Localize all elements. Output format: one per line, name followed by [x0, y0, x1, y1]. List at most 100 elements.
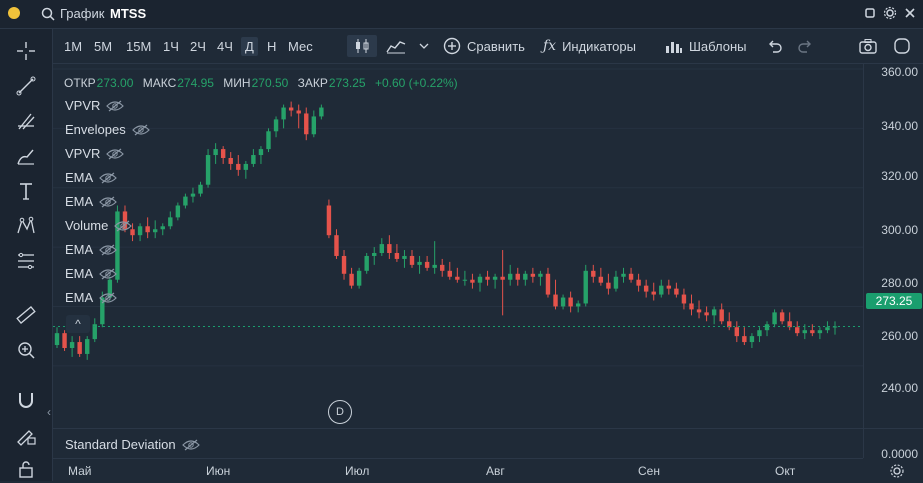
pane-separator[interactable] [53, 428, 923, 429]
indicator-label: EMA [65, 242, 94, 257]
compare-button[interactable]: Сравнить [443, 35, 525, 57]
candle [326, 199, 332, 239]
forecast-icon[interactable] [12, 247, 40, 275]
indicator-ema-4[interactable]: EMA [65, 266, 118, 281]
indicator-label: Standard Deviation [65, 437, 176, 452]
gear-icon[interactable] [883, 6, 897, 20]
eye-hidden-icon[interactable] [106, 148, 125, 160]
candle [364, 253, 369, 274]
candle [69, 336, 75, 357]
pattern-icon[interactable] [12, 212, 40, 240]
timeframe-4h[interactable]: 4Ч [217, 39, 233, 54]
magnet-icon[interactable] [12, 386, 40, 414]
dividend-marker[interactable]: D [328, 400, 352, 424]
fullscreen-icon[interactable] [893, 35, 911, 57]
candle-body [779, 312, 785, 322]
close-value: 273.25 [328, 76, 366, 90]
templates-icon [666, 42, 682, 53]
eye-hidden-icon[interactable] [99, 172, 118, 184]
eye-hidden-icon[interactable] [99, 196, 118, 208]
search-icon[interactable] [40, 6, 56, 22]
candle [779, 309, 785, 325]
timeframe-1m[interactable]: 1М [64, 39, 82, 54]
crosshair-icon[interactable] [12, 37, 40, 65]
indicator-label: Envelopes [65, 122, 126, 137]
close-icon[interactable] [903, 6, 917, 20]
eye-hidden-icon[interactable] [99, 292, 118, 304]
price-tick: 260.00 [881, 329, 918, 343]
candle [606, 273, 611, 295]
high-value: 274.95 [177, 76, 214, 90]
candles-icon[interactable] [347, 35, 377, 57]
indicator-vpvr-1[interactable]: VPVR [65, 98, 125, 113]
candle [160, 223, 165, 236]
eye-hidden-icon[interactable] [99, 244, 118, 256]
timeframe-2h[interactable]: 2Ч [190, 39, 206, 54]
candle-body [538, 273, 543, 277]
indicator-standard-deviation[interactable]: Standard Deviation [65, 437, 200, 452]
candle-body [659, 285, 664, 295]
indicators-button[interactable]: ƒx Индикаторы [543, 35, 636, 57]
price-tick: 340.00 [881, 119, 918, 133]
price-tick: 0.0000 [881, 447, 918, 461]
camera-icon[interactable] [859, 35, 877, 57]
trend-line-icon[interactable] [12, 72, 40, 100]
symbol-name[interactable]: MTSS [110, 6, 146, 21]
price-tick: 320.00 [881, 169, 918, 183]
candle-body [598, 276, 604, 283]
indicator-ema-5[interactable]: EMA [65, 290, 118, 305]
redo-icon[interactable] [798, 35, 814, 57]
price-chart[interactable] [53, 63, 863, 458]
templates-label: Шаблоны [689, 38, 747, 54]
area-chart-icon[interactable] [386, 35, 406, 57]
eye-hidden-icon[interactable] [131, 124, 150, 136]
ruler-icon[interactable] [12, 301, 40, 329]
indicators-label: Индикаторы [562, 38, 636, 54]
candle-body [137, 226, 143, 236]
candle-body [183, 196, 188, 206]
fib-tools-icon[interactable] [12, 107, 40, 135]
timeframe-month[interactable]: Мес [288, 39, 313, 54]
candle-body [749, 336, 755, 343]
lock-drawings-icon[interactable] [12, 421, 40, 449]
indicator-volume[interactable]: Volume [65, 218, 133, 233]
price-axis[interactable]: 360.00 340.00 320.00 300.00 280.00 260.0… [863, 63, 923, 461]
window-title-prefix: График [60, 6, 105, 21]
templates-button[interactable]: Шаблоны [665, 35, 747, 57]
drawing-toolbar [0, 29, 53, 481]
candle-body [651, 291, 656, 295]
eye-hidden-icon[interactable] [181, 439, 200, 451]
indicator-ema-2[interactable]: EMA [65, 194, 118, 209]
axis-settings-icon[interactable] [889, 463, 905, 479]
indicator-vpvr-2[interactable]: VPVR [65, 146, 125, 161]
time-axis[interactable]: Май Июн Июл Авг Сен Окт [53, 458, 904, 482]
maximize-icon[interactable] [863, 6, 877, 20]
timeframe-day[interactable]: Д [241, 37, 258, 56]
candle [288, 101, 294, 117]
candle [311, 110, 317, 138]
collapse-legend-button[interactable]: ^ [66, 315, 90, 333]
chevron-left-icon[interactable]: ‹ [47, 405, 51, 419]
timeframe-week[interactable]: Н [267, 39, 276, 54]
indicator-ema-1[interactable]: EMA [65, 170, 118, 185]
lock-icon[interactable] [12, 455, 40, 483]
candle [304, 107, 309, 141]
eye-hidden-icon[interactable] [114, 220, 133, 232]
chevron-down-icon[interactable] [419, 35, 429, 57]
indicator-envelopes[interactable]: Envelopes [65, 122, 150, 137]
candle-body [704, 312, 709, 316]
candle [85, 336, 90, 360]
text-tool-icon[interactable] [12, 177, 40, 205]
plus-circle-icon [443, 37, 461, 55]
timeframe-5m[interactable]: 5М [94, 39, 112, 54]
indicator-ema-3[interactable]: EMA [65, 242, 118, 257]
eye-hidden-icon[interactable] [106, 100, 125, 112]
undo-icon[interactable] [766, 35, 782, 57]
candle-body [85, 339, 90, 354]
eye-hidden-icon[interactable] [99, 268, 118, 280]
zoom-in-icon[interactable] [12, 336, 40, 364]
brush-icon[interactable] [12, 142, 40, 170]
candle [273, 116, 279, 138]
timeframe-1h[interactable]: 1Ч [163, 39, 179, 54]
timeframe-15m[interactable]: 15М [126, 39, 151, 54]
